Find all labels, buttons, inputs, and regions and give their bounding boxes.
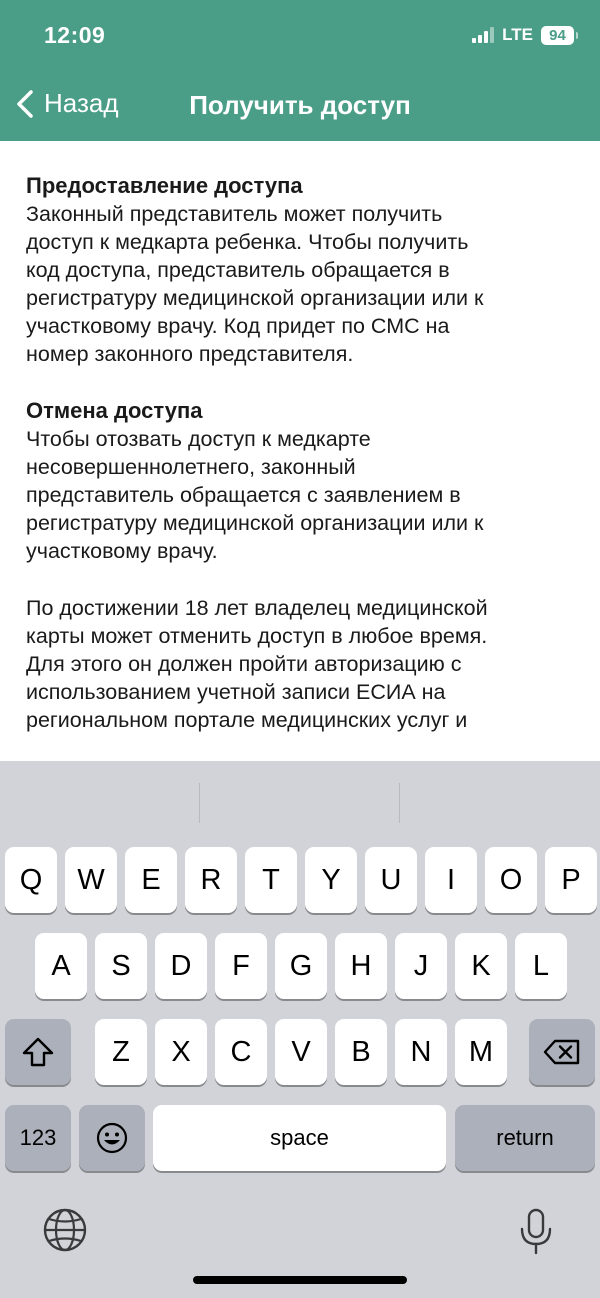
key-r[interactable]: R	[185, 847, 237, 913]
key-a[interactable]: A	[35, 933, 87, 999]
backspace-key[interactable]	[529, 1019, 595, 1085]
microphone-icon	[520, 1208, 552, 1255]
keyboard: Q W E R T Y U I O P A S D F G H J K L Z …	[0, 761, 600, 1298]
key-u[interactable]: U	[365, 847, 417, 913]
shift-icon	[22, 1037, 54, 1067]
backspace-icon	[543, 1039, 580, 1065]
space-key[interactable]: space	[153, 1105, 446, 1171]
suggestion-bar	[0, 761, 600, 841]
key-g[interactable]: G	[275, 933, 327, 999]
signal-icon	[472, 27, 495, 43]
home-indicator	[193, 1276, 407, 1284]
key-x[interactable]: X	[155, 1019, 207, 1085]
return-key[interactable]: return	[455, 1105, 595, 1171]
key-q[interactable]: Q	[5, 847, 57, 913]
section-title-grant: Предоставление доступа	[26, 173, 303, 198]
key-w[interactable]: W	[65, 847, 117, 913]
numbers-key[interactable]: 123	[5, 1105, 71, 1171]
dictation-button[interactable]	[516, 1207, 556, 1257]
key-e[interactable]: E	[125, 847, 177, 913]
emoji-icon	[96, 1122, 128, 1154]
key-l[interactable]: L	[515, 933, 567, 999]
suggestion-divider	[199, 783, 200, 823]
key-d[interactable]: D	[155, 933, 207, 999]
key-z[interactable]: Z	[95, 1019, 147, 1085]
key-j[interactable]: J	[395, 933, 447, 999]
key-h[interactable]: H	[335, 933, 387, 999]
section-text-grant: Законный представитель может получить дос…	[26, 202, 484, 366]
key-m[interactable]: M	[455, 1019, 507, 1085]
battery-icon: 94	[541, 25, 578, 45]
page-title: Получить доступ	[0, 90, 600, 121]
key-n[interactable]: N	[395, 1019, 447, 1085]
globe-icon	[43, 1208, 87, 1252]
shift-key[interactable]	[5, 1019, 71, 1085]
section-title-revoke: Отмена доступа	[26, 398, 203, 423]
status-icons: LTE 94	[472, 24, 578, 46]
key-f[interactable]: F	[215, 933, 267, 999]
globe-button[interactable]	[42, 1207, 88, 1253]
section-text-revoke: Чтобы отозвать доступ к медкарте несоверш…	[26, 427, 484, 563]
suggestion-divider	[399, 783, 400, 823]
info-content[interactable]: Предоставление доступа Законный представ…	[26, 172, 576, 760]
key-t[interactable]: T	[245, 847, 297, 913]
network-label: LTE	[502, 25, 533, 44]
key-v[interactable]: V	[275, 1019, 327, 1085]
key-p[interactable]: P	[545, 847, 597, 913]
page-title-text: Получить доступ	[189, 90, 411, 120]
key-k[interactable]: K	[455, 933, 507, 999]
status-time: 12:09	[44, 22, 106, 48]
section-text-adult: По достижении 18 лет владелец медицинско…	[26, 596, 488, 732]
key-y[interactable]: Y	[305, 847, 357, 913]
key-s[interactable]: S	[95, 933, 147, 999]
app-header: 12:09 LTE 94 Назад Получить доступ	[0, 0, 600, 141]
key-c[interactable]: C	[215, 1019, 267, 1085]
key-o[interactable]: O	[485, 847, 537, 913]
key-b[interactable]: B	[335, 1019, 387, 1085]
key-i[interactable]: I	[425, 847, 477, 913]
emoji-key[interactable]	[79, 1105, 145, 1171]
